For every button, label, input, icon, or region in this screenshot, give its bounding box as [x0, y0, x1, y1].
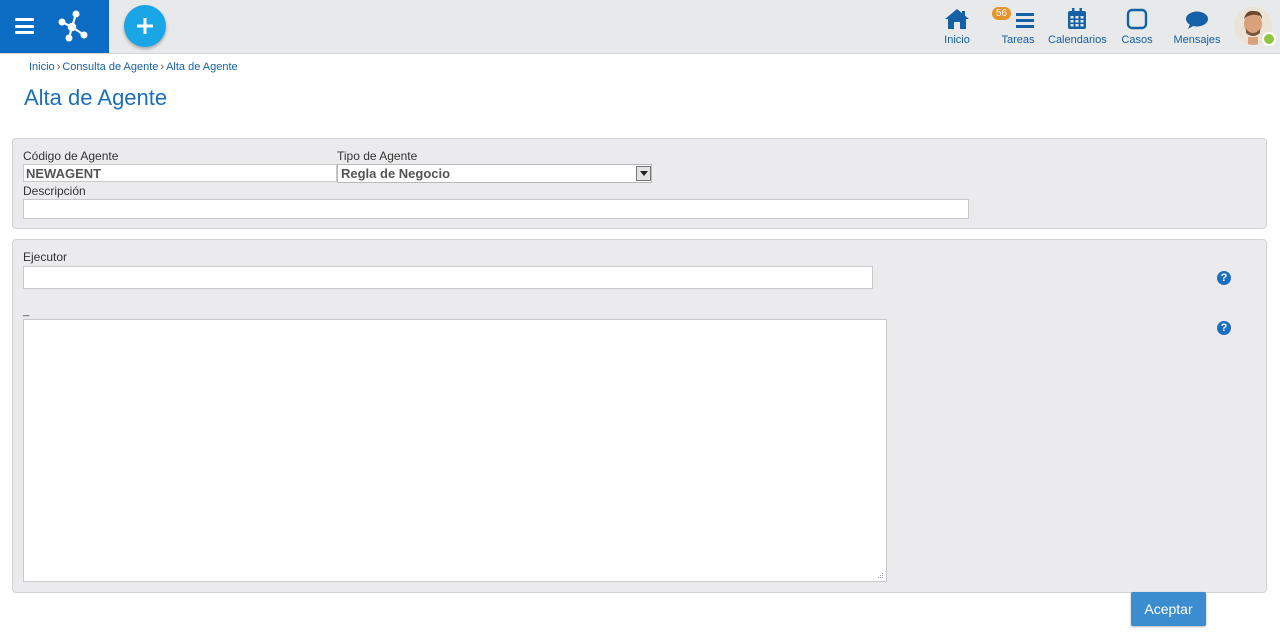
descripcion-label: Descripción [23, 184, 86, 198]
breadcrumb-separator: › [56, 61, 61, 73]
home-icon [945, 9, 969, 29]
tipo-agente-select[interactable]: Regla de Negocio [337, 164, 652, 183]
breadcrumb-separator: › [160, 61, 165, 73]
descripcion-field[interactable] [23, 199, 969, 219]
codigo-agente-field[interactable] [23, 164, 337, 182]
accept-button[interactable]: Aceptar [1131, 592, 1206, 626]
breadcrumb-item-inicio[interactable]: Inicio [29, 61, 55, 73]
nav-casos[interactable]: Casos [1120, 6, 1154, 50]
menu-block [0, 0, 109, 53]
nav-inicio-label: Inicio [944, 34, 970, 46]
breadcrumb-item-alta[interactable]: Alta de Agente [166, 61, 238, 73]
code-textarea[interactable] [23, 319, 887, 582]
breadcrumb: Inicio › Consulta de Agente › Alta de Agente [29, 61, 238, 73]
nav-inicio[interactable]: Inicio [940, 6, 974, 50]
nav-mensajes-label: Mensajes [1173, 34, 1221, 46]
tasks-icon [1016, 13, 1034, 28]
code-help-icon[interactable]: ? [1217, 321, 1231, 335]
nav-casos-label: Casos [1121, 34, 1153, 46]
plus-icon [137, 18, 153, 34]
top-bar: Inicio 56 Tareas Calendarios Casos Mensa… [0, 0, 1280, 54]
ejecutor-help-icon[interactable]: ? [1217, 271, 1231, 285]
messages-icon [1186, 11, 1208, 29]
add-button[interactable] [124, 5, 166, 47]
ejecutor-field[interactable] [23, 266, 873, 289]
codigo-label: Código de Agente [23, 149, 119, 163]
chevron-down-icon[interactable] [636, 166, 651, 181]
hamburger-menu-icon[interactable] [15, 18, 34, 34]
nav-tareas[interactable]: 56 Tareas [992, 6, 1038, 50]
executor-panel: Ejecutor ? _ ? [12, 239, 1267, 593]
code-label: _ [23, 305, 30, 317]
ejecutor-label: Ejecutor [23, 250, 68, 264]
nav-calendarios[interactable]: Calendarios [1048, 6, 1107, 50]
cases-icon [1126, 8, 1148, 30]
agent-info-panel: Código de Agente Tipo de Agente Regla de… [12, 138, 1267, 229]
tipo-label: Tipo de Agente [337, 149, 418, 163]
nav-tareas-label: Tareas [1001, 34, 1035, 46]
nav-calendarios-label: Calendarios [1048, 34, 1107, 46]
breadcrumb-item-consulta[interactable]: Consulta de Agente [62, 61, 158, 73]
tipo-agente-value: Regla de Negocio [341, 166, 451, 181]
online-status-indicator [1262, 32, 1276, 46]
tasks-count-badge: 56 [992, 7, 1012, 20]
logo-icon[interactable] [56, 8, 90, 42]
nav-mensajes[interactable]: Mensajes [1173, 6, 1221, 50]
page-title: Alta de Agente [24, 85, 168, 110]
resize-handle-icon[interactable] [876, 571, 884, 579]
calendar-icon [1068, 8, 1086, 29]
